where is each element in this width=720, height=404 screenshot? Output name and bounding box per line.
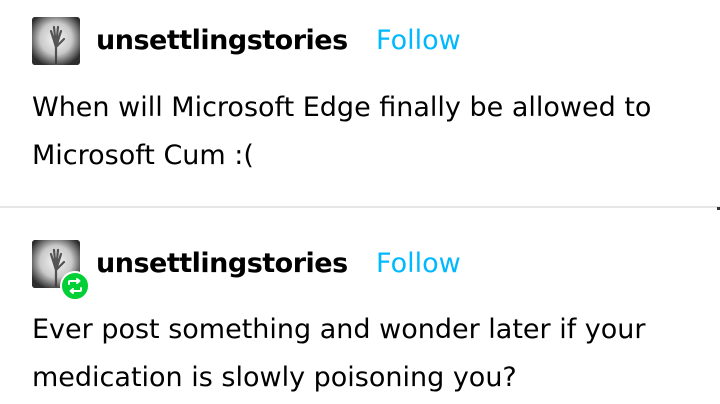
post-header: unsettlingstories Follow [0,208,720,301]
post-text: Ever post something and wonder later if … [32,314,646,393]
username[interactable]: unsettlingstories [96,27,348,54]
username[interactable]: unsettlingstories [96,250,348,277]
ghost-hand-avatar-icon [32,17,80,65]
avatar[interactable] [32,17,80,65]
reblog-icon [68,278,82,294]
reblog-badge [60,271,90,301]
post-card: unsettlingstories Follow Ever post somet… [0,208,720,404]
follow-button[interactable]: Follow [376,250,461,277]
follow-button[interactable]: Follow [376,27,461,54]
post-card: unsettlingstories Follow When will Micro… [0,0,720,207]
post-text: When will Microsoft Edge finally be allo… [32,92,652,171]
post-header: unsettlingstories Follow [0,0,720,80]
